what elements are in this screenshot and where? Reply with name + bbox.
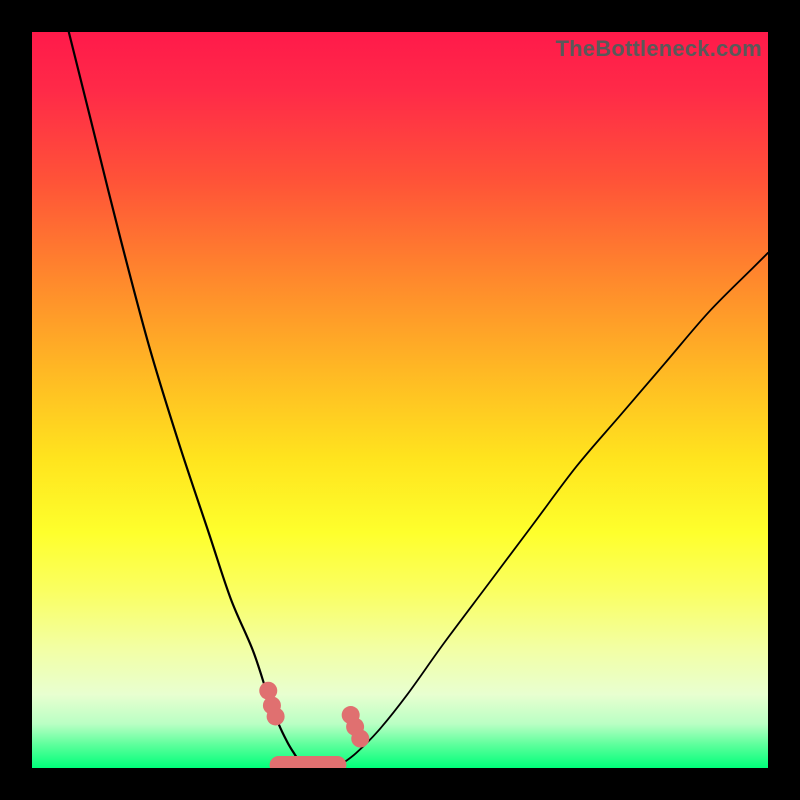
chart-svg	[32, 32, 768, 768]
right-curve	[341, 253, 768, 765]
markers	[259, 682, 369, 748]
data-marker	[267, 707, 285, 725]
data-marker	[351, 730, 369, 748]
left-curve	[69, 32, 305, 764]
plot-area: TheBottleneck.com	[32, 32, 768, 768]
outer-frame: TheBottleneck.com	[0, 0, 800, 800]
